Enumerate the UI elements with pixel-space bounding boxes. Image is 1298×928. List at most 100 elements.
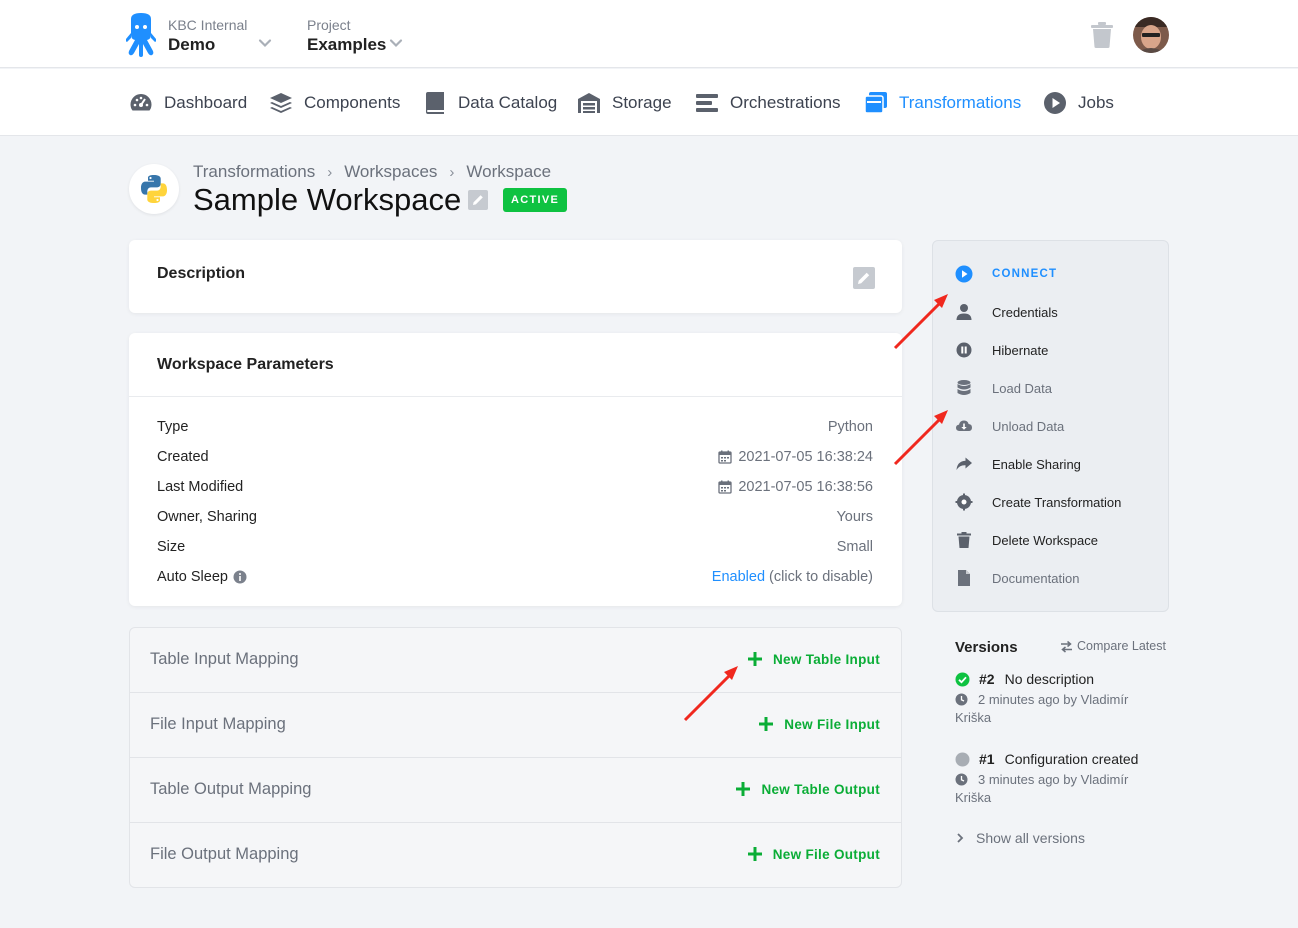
chevron-down-icon[interactable] — [258, 36, 272, 50]
nav-item-label: Transformations — [899, 93, 1022, 112]
param-value: Small — [836, 539, 873, 555]
main-navigation: Dashboard Components Data Catalog Storag… — [0, 69, 1298, 136]
user-avatar[interactable] — [1133, 17, 1169, 53]
create-transformation-button[interactable]: Create Transformation — [955, 492, 1121, 512]
action-label: Unload Data — [992, 418, 1065, 434]
delete-workspace-button[interactable]: Delete Workspace — [955, 530, 1098, 550]
project-label: Project — [307, 17, 351, 33]
param-value-wrap: Enabled (click to disable) — [712, 569, 873, 585]
divider — [129, 396, 902, 397]
nav-item-jobs[interactable]: Jobs — [1043, 91, 1114, 115]
workspace-actions-sidebar: CONNECT Credentials Hibernate Load Data … — [932, 240, 1169, 612]
annotation-arrow-icon — [683, 666, 738, 722]
version-title: Configuration created — [1004, 751, 1139, 767]
version-meta-author: Kriška — [955, 710, 992, 725]
info-icon[interactable] — [233, 570, 247, 584]
nav-item-dashboard[interactable]: Dashboard — [129, 91, 247, 115]
nav-item-components[interactable]: Components — [269, 91, 400, 115]
chevron-right-icon — [957, 833, 964, 843]
version-item[interactable]: #1 Configuration created 3 minutes ago b… — [955, 751, 1169, 807]
breadcrumb-workspaces[interactable]: Workspaces — [344, 162, 437, 182]
param-value: 2021-07-05 16:38:24 — [738, 449, 873, 465]
new-table-input-button[interactable]: New Table Input — [747, 651, 880, 667]
hibernate-button[interactable]: Hibernate — [955, 340, 1048, 360]
show-all-versions-link[interactable]: Show all versions — [955, 830, 1085, 846]
auto-sleep-toggle-link[interactable]: Enabled — [712, 569, 765, 585]
version-number: #2 — [979, 671, 995, 687]
mapping-label: File Input Mapping — [150, 715, 286, 733]
trash-icon — [957, 532, 971, 548]
action-label: Delete Workspace — [992, 532, 1098, 548]
nav-item-transformations[interactable]: Transformations — [864, 91, 1021, 115]
param-value: Python — [827, 419, 873, 435]
status-dot-icon — [955, 752, 970, 766]
param-row-size: Size Small — [157, 537, 873, 557]
file-icon — [958, 570, 970, 586]
chevron-right-icon: › — [327, 163, 333, 181]
button-label: New File Input — [784, 716, 880, 732]
edit-title-icon[interactable] — [468, 190, 488, 210]
page-title: Sample Workspace — [193, 182, 462, 217]
load-data-button[interactable]: Load Data — [955, 378, 1052, 398]
param-row-type: Type Python — [157, 417, 873, 437]
table-output-mapping-row: Table Output Mapping New Table Output — [130, 758, 901, 823]
version-item[interactable]: #2 No description 2 minutes ago by Vladi… — [955, 671, 1169, 727]
nav-item-label: Data Catalog — [458, 93, 558, 112]
exchange-icon — [1061, 640, 1072, 653]
plus-icon — [736, 782, 751, 796]
nav-item-label: Orchestrations — [730, 93, 841, 112]
plus-icon — [747, 847, 762, 861]
version-meta: 3 minutes ago by Vladimír — [978, 772, 1129, 787]
param-value-wrap: 2021-07-05 16:38:24 — [718, 449, 873, 465]
play-circle-icon — [955, 265, 973, 283]
param-row-owner: Owner, Sharing Yours — [157, 507, 873, 527]
action-label: Enable Sharing — [992, 456, 1081, 472]
edit-description-icon[interactable] — [853, 267, 875, 289]
param-row-auto-sleep: Auto Sleep Enabled (click to disable) — [157, 567, 873, 587]
connect-button[interactable]: CONNECT — [955, 264, 1057, 284]
compare-latest-button[interactable]: Compare Latest — [1060, 639, 1166, 653]
mapping-label: Table Input Mapping — [150, 650, 299, 668]
nav-item-storage[interactable]: Storage — [577, 91, 672, 115]
book-icon — [426, 92, 444, 114]
action-label: Hibernate — [992, 342, 1049, 358]
cloud-download-icon — [956, 420, 972, 431]
param-row-created: Created 2021-07-05 16:38:24 — [157, 447, 873, 467]
database-icon — [957, 380, 971, 395]
button-label: New Table Output — [761, 781, 880, 797]
nav-item-data-catalog[interactable]: Data Catalog — [423, 91, 557, 115]
user-icon — [956, 304, 972, 320]
breadcrumb-transformations[interactable]: Transformations — [193, 162, 315, 182]
file-input-mapping-row: File Input Mapping New File Input — [130, 693, 901, 758]
file-output-mapping-row: File Output Mapping New File Output — [130, 823, 901, 888]
show-all-label: Show all versions — [976, 830, 1085, 846]
table-input-mapping-row: Table Input Mapping New Table Input — [130, 628, 901, 693]
new-table-output-button[interactable]: New Table Output — [735, 781, 880, 797]
compare-label: Compare Latest — [1077, 639, 1166, 653]
mappings-panel: Table Input Mapping New Table Input File… — [129, 627, 902, 888]
unload-data-button[interactable]: Unload Data — [955, 416, 1064, 436]
param-key: Auto Sleep — [157, 569, 228, 585]
mapping-label: Table Output Mapping — [150, 780, 312, 798]
button-label: New File Output — [772, 846, 880, 862]
param-key: Type — [157, 419, 189, 435]
keboola-logo-icon[interactable] — [126, 13, 156, 57]
new-file-output-button[interactable]: New File Output — [747, 846, 880, 862]
version-title: No description — [1004, 671, 1095, 687]
trash-icon[interactable] — [1090, 22, 1114, 48]
credentials-button[interactable]: Credentials — [955, 302, 1058, 322]
documentation-link[interactable]: Documentation — [955, 568, 1079, 588]
workspace-parameters-card: Workspace Parameters Type Python Created… — [129, 333, 902, 606]
python-icon — [141, 175, 167, 203]
nav-item-orchestrations[interactable]: Orchestrations — [695, 91, 841, 115]
project-switcher[interactable]: Project Examples — [307, 17, 386, 56]
plus-icon — [747, 652, 762, 666]
button-label: New Table Input — [772, 651, 880, 667]
python-logo — [129, 164, 179, 214]
chevron-down-icon[interactable] — [389, 36, 403, 50]
enable-sharing-button[interactable]: Enable Sharing — [955, 454, 1081, 474]
organization-switcher[interactable]: KBC Internal Demo — [168, 17, 247, 56]
dashboard-icon — [130, 94, 152, 111]
window-icon — [864, 92, 887, 114]
new-file-input-button[interactable]: New File Input — [758, 716, 880, 732]
